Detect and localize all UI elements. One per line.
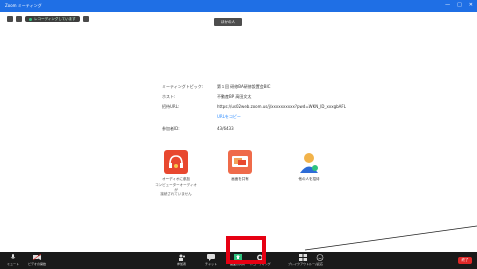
annotation-pointer-line: [304, 225, 477, 251]
